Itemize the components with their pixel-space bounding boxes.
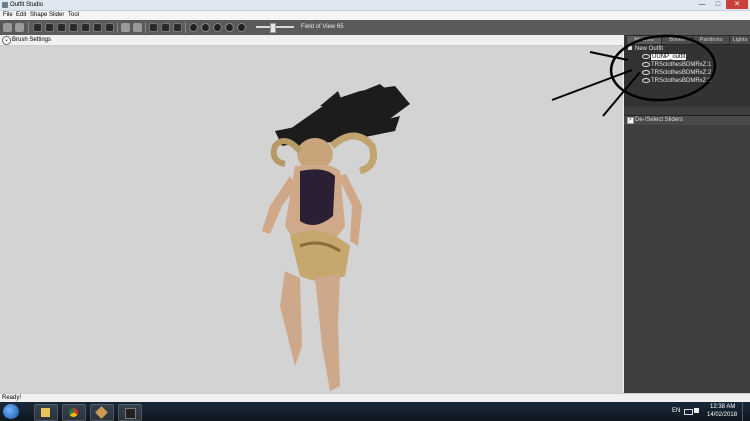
wireframe-button[interactable] <box>173 23 182 32</box>
right-horn <box>329 132 377 175</box>
tray-date[interactable]: 14/02/2018 <box>707 412 737 418</box>
tree-item-trsclothes-1[interactable]: TRSclothesBDMRxZ:1 <box>642 62 711 68</box>
shading-button[interactable] <box>189 23 198 32</box>
smooth-brush-button[interactable] <box>81 23 90 32</box>
chevron-down-icon[interactable]: ⌄ <box>2 36 11 45</box>
toolbar-separator <box>185 22 186 33</box>
inflate-brush-button[interactable] <box>45 23 54 32</box>
brush-settings-bar[interactable]: ⌄ Brush Settings <box>0 35 623 46</box>
tab-partitions[interactable]: Partitions <box>692 35 730 45</box>
toolbar-separator <box>117 22 118 33</box>
menu-shape[interactable]: Shape <box>30 12 47 18</box>
checkbox-icon[interactable]: ✓ <box>627 117 634 124</box>
pivot-tool-button[interactable] <box>133 23 142 32</box>
minimize-button[interactable]: — <box>694 0 710 9</box>
fov-slider-thumb[interactable] <box>270 23 276 33</box>
3d-viewport[interactable] <box>0 46 623 393</box>
file-explorer-icon <box>41 408 50 417</box>
texture-button[interactable] <box>201 23 210 32</box>
mask-brush-button[interactable] <box>33 23 42 32</box>
title-bar: Outfit Studio — □ ✕ <box>0 0 750 11</box>
transform-tool-button[interactable] <box>15 23 24 32</box>
select-tool-button[interactable] <box>3 23 12 32</box>
tree-item-uunp[interactable]: UUNP_outfit <box>642 54 687 61</box>
model-render <box>262 84 410 391</box>
outfit-studio-icon <box>95 406 108 419</box>
toolbar <box>0 20 750 35</box>
eye-icon[interactable] <box>642 54 650 59</box>
eye-icon[interactable] <box>642 70 650 75</box>
tray-language[interactable]: EN <box>672 408 680 414</box>
show-desktop-button[interactable] <box>742 402 750 421</box>
right-panel: Meshes Bones Partitions Lights New Outfi… <box>624 35 750 393</box>
move-brush-button[interactable] <box>69 23 78 32</box>
status-text: Ready! <box>2 395 22 401</box>
tree-root[interactable]: New Outfit <box>628 46 663 52</box>
minimize-icon: — <box>698 1 706 8</box>
slider-toggle-label: De-/Select Sliders <box>635 117 684 123</box>
menu-bar: File Edit Shape Slider Tool <box>0 11 750 20</box>
mirror-button[interactable] <box>161 23 170 32</box>
tree-item-trsclothes-3[interactable]: TRSclothesBDMRxZ:3 <box>642 78 711 84</box>
keyboard-icon[interactable] <box>684 409 693 415</box>
collapse-icon[interactable] <box>628 46 632 50</box>
taskbar-chrome[interactable] <box>62 404 86 421</box>
tab-meshes[interactable]: Meshes <box>626 35 662 45</box>
menu-file[interactable]: File <box>3 12 13 18</box>
bodice <box>300 169 335 225</box>
app-icon-dark <box>125 408 136 419</box>
tree-item-label: TRSclothesBDMRxZ:3 <box>651 78 712 85</box>
close-button[interactable]: ✕ <box>726 0 748 9</box>
flag-icon[interactable] <box>694 408 699 413</box>
window-title: Outfit Studio <box>10 2 44 8</box>
weight-view-button[interactable] <box>237 23 246 32</box>
taskbar-app[interactable] <box>118 404 142 421</box>
collision-tool-button[interactable] <box>121 23 130 32</box>
tree-item-trsclothes-2[interactable]: TRSclothesBDMRxZ:2 <box>642 70 711 76</box>
right-leg <box>315 274 340 391</box>
maximize-icon: □ <box>715 1 721 8</box>
taskbar-file-explorer[interactable] <box>34 404 58 421</box>
mesh-tree: New Outfit UUNP_outfit TRSclothesBDMRxZ:… <box>624 45 750 107</box>
vertex-select-button[interactable] <box>149 23 158 32</box>
tree-item-label: TRSclothesBDMRxZ:1 <box>651 62 712 69</box>
left-leg <box>280 271 302 366</box>
close-icon: ✕ <box>734 1 740 8</box>
windows-start-icon[interactable] <box>3 404 19 419</box>
eye-icon[interactable] <box>642 78 650 83</box>
tree-item-label: TRSclothesBDMRxZ:2 <box>651 70 712 77</box>
menu-slider[interactable]: Slider <box>49 12 64 18</box>
belt-armor <box>290 230 350 281</box>
tree-root-label: New Outfit <box>635 46 664 52</box>
slider-header: ✓ De-/Select Sliders <box>624 115 750 125</box>
tab-bones[interactable]: Bones <box>661 35 693 45</box>
toolbar-separator <box>28 22 29 33</box>
tray-time[interactable]: 12:38 AM <box>710 404 735 410</box>
lighting-button[interactable] <box>213 23 222 32</box>
deflate-brush-button[interactable] <box>57 23 66 32</box>
menu-edit[interactable]: Edit <box>16 12 26 18</box>
app-icon <box>2 2 8 8</box>
taskbar-outfit-studio[interactable] <box>90 404 114 421</box>
eye-icon[interactable] <box>642 62 650 67</box>
tab-lights[interactable]: Lights <box>729 35 750 45</box>
mask-view-button[interactable] <box>225 23 234 32</box>
menu-tool[interactable]: Tool <box>68 12 79 18</box>
tree-item-label: UUNP_outfit <box>651 54 687 61</box>
toolbar-separator <box>145 22 146 33</box>
fov-label: Field of View 65 <box>301 24 344 30</box>
left-horn <box>270 138 303 167</box>
weight-brush-button[interactable] <box>93 23 102 32</box>
taskbar: EN 12:38 AM 14/02/2018 <box>0 402 750 421</box>
color-brush-button[interactable] <box>105 23 114 32</box>
brush-settings-label: Brush Settings <box>12 37 52 43</box>
maximize-button[interactable]: □ <box>710 0 726 9</box>
chrome-icon <box>69 408 78 417</box>
